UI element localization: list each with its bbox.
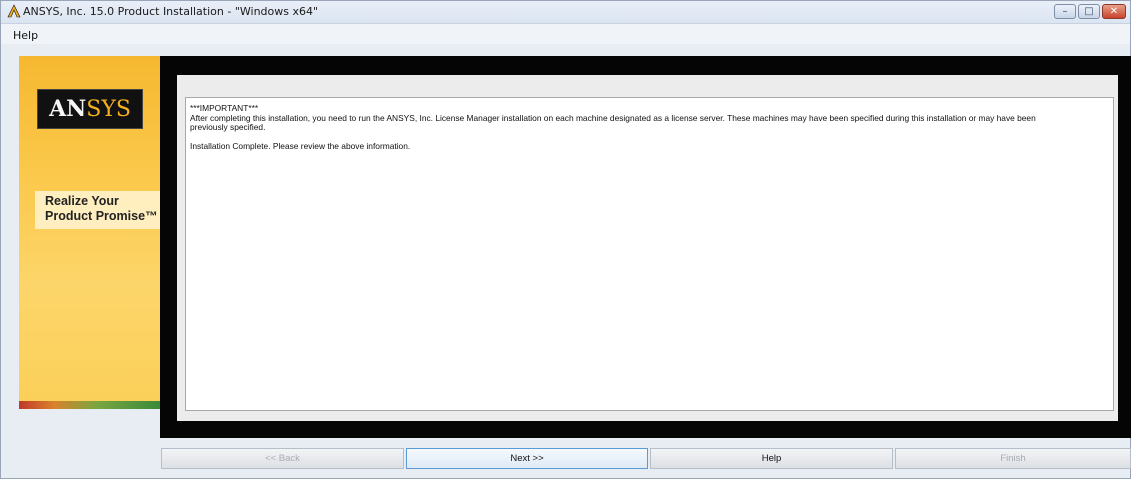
minimize-button[interactable]: – <box>1054 4 1076 19</box>
tagline: Realize Your Product Promise™ <box>45 194 158 224</box>
window-title: ANSYS, Inc. 15.0 Product Installation - … <box>23 5 319 18</box>
important-message-line-1: After completing this installation, you … <box>190 112 1036 123</box>
installation-log-text[interactable]: ***IMPORTANT*** After completing this in… <box>185 97 1114 411</box>
menu-bar: Help <box>1 24 1130 44</box>
installer-window: ANSYS, Inc. 15.0 Product Installation - … <box>0 0 1131 479</box>
installation-complete-message: Installation Complete. Please review the… <box>190 141 411 151</box>
tagline-box: Realize Your Product Promise™ <box>35 191 160 229</box>
logo-text: ANSYS <box>38 96 142 122</box>
close-icon: ✕ <box>1109 6 1119 17</box>
important-message: After completing this installation, you … <box>190 112 1109 133</box>
tagline-line-2: Product Promise™ <box>45 209 158 223</box>
logo-part-1: AN <box>49 96 87 122</box>
logo-part-2: SYS <box>86 97 131 122</box>
minimize-icon: – <box>1062 6 1068 17</box>
menu-item-help[interactable]: Help <box>13 29 38 42</box>
close-button[interactable]: ✕ <box>1102 4 1126 19</box>
next-button[interactable]: Next >> <box>406 448 648 469</box>
window-controls: – □ ✕ <box>1054 4 1126 19</box>
maximize-button[interactable]: □ <box>1078 4 1100 19</box>
important-message-line-2: previously specified. <box>190 122 266 132</box>
tagline-line-1: Realize Your <box>45 194 119 208</box>
title-bar[interactable]: ANSYS, Inc. 15.0 Product Installation - … <box>1 1 1130 24</box>
back-button[interactable]: << Back <box>161 448 404 469</box>
sidebar-color-stripe <box>19 401 160 409</box>
maximize-icon: □ <box>1084 6 1094 17</box>
finish-button[interactable]: Finish <box>895 448 1131 469</box>
ansys-logo-icon <box>7 4 21 18</box>
help-button[interactable]: Help <box>650 448 893 469</box>
ansys-logo: ANSYS <box>37 89 143 129</box>
